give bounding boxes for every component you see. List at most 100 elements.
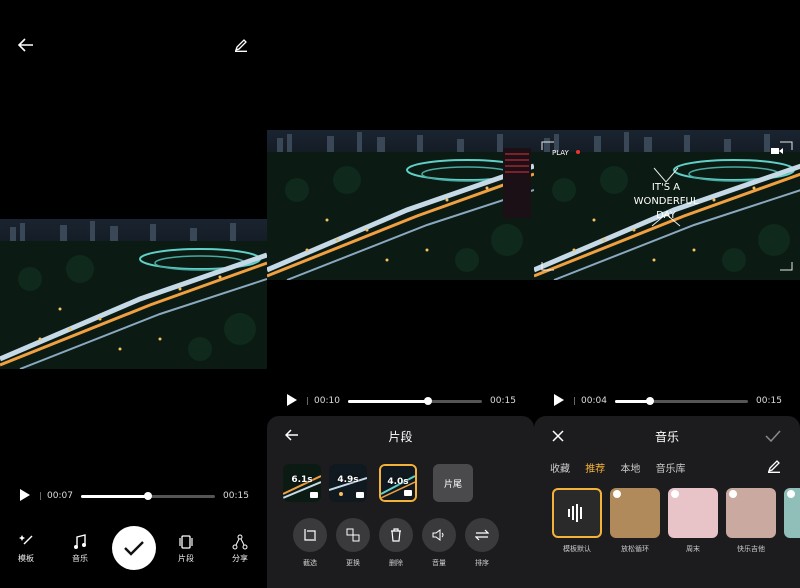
total-time: 00:15 bbox=[490, 396, 516, 406]
crop-icon bbox=[293, 518, 327, 552]
ending-clip[interactable]: 片尾 bbox=[433, 464, 473, 502]
video-preview[interactable] bbox=[0, 219, 267, 369]
play-icon[interactable] bbox=[554, 393, 568, 409]
clip-thumb-selected[interactable]: 4.0s bbox=[379, 464, 417, 502]
music-cover bbox=[784, 488, 800, 538]
tool-clips[interactable]: 片段 bbox=[166, 531, 206, 564]
video-preview[interactable] bbox=[267, 130, 534, 280]
download-icon bbox=[729, 490, 737, 498]
divider bbox=[307, 397, 308, 405]
download-icon bbox=[613, 490, 621, 498]
volume-icon bbox=[422, 518, 456, 552]
action-volume[interactable]: 音量 bbox=[421, 518, 457, 568]
clip-icon bbox=[166, 531, 206, 553]
progress-knob[interactable] bbox=[645, 396, 654, 405]
download-icon bbox=[787, 490, 795, 498]
music-label: 快乐吉他 bbox=[737, 545, 765, 553]
music-sheet: 音乐 收藏 推荐 本地 音乐库 模板默认 放松循环 周末 快乐吉他 bbox=[534, 416, 800, 588]
clips-sheet: 片段 6.1s 4.9s 4.0s 片尾 截选 更换 删除 音量 排序 bbox=[267, 416, 534, 588]
music-label: 放松循环 bbox=[621, 545, 649, 553]
tool-label: 片段 bbox=[178, 554, 194, 563]
progress-fill bbox=[81, 494, 148, 498]
play-tag: PLAY bbox=[552, 149, 570, 157]
music-label: 可爱 bbox=[784, 544, 800, 554]
share-icon bbox=[220, 531, 260, 553]
clip-duration: 6.1s bbox=[291, 475, 313, 485]
action-label: 更换 bbox=[346, 559, 360, 567]
video-icon bbox=[310, 492, 318, 498]
tab-recommended[interactable]: 推荐 bbox=[585, 464, 605, 475]
divider bbox=[574, 397, 575, 405]
confirm-button[interactable] bbox=[112, 526, 156, 570]
music-cover bbox=[610, 488, 660, 538]
tool-label: 模板 bbox=[18, 554, 34, 563]
progress-fill bbox=[348, 399, 429, 403]
music-cover bbox=[552, 488, 602, 538]
tab-favorites[interactable]: 收藏 bbox=[550, 464, 570, 475]
music-track[interactable]: 周末 bbox=[668, 488, 718, 554]
music-track[interactable]: 可爱 bbox=[784, 488, 800, 554]
action-label: 音量 bbox=[432, 559, 446, 567]
edit-pen-icon[interactable] bbox=[232, 36, 250, 54]
music-tabs: 收藏 推荐 本地 音乐库 bbox=[550, 460, 698, 475]
tab-local[interactable]: 本地 bbox=[620, 464, 640, 475]
tab-music-library[interactable]: 音乐库 bbox=[656, 464, 686, 475]
action-label: 截选 bbox=[303, 559, 317, 567]
action-label: 删除 bbox=[389, 559, 403, 567]
clip-duration: 4.0s bbox=[387, 477, 409, 487]
action-replace[interactable]: 更换 bbox=[335, 518, 371, 568]
replace-icon bbox=[336, 518, 370, 552]
music-label: 模板默认 bbox=[563, 545, 591, 553]
clip-thumb[interactable]: 6.1s bbox=[283, 464, 321, 502]
music-track[interactable]: 放松循环 bbox=[610, 488, 660, 554]
music-cover bbox=[726, 488, 776, 538]
tool-share[interactable]: 分享 bbox=[220, 531, 260, 564]
progress-slider[interactable] bbox=[81, 491, 215, 500]
playback-bar: 00:07 00:15 bbox=[0, 486, 267, 506]
back-arrow-icon[interactable] bbox=[16, 36, 36, 54]
overlay-line-2: WONDERFUL bbox=[634, 196, 699, 207]
magic-wand-icon bbox=[6, 531, 46, 553]
overlay-line-1: IT'S A bbox=[652, 182, 680, 193]
total-time: 00:15 bbox=[223, 491, 249, 501]
progress-fill bbox=[615, 399, 650, 403]
progress-knob[interactable] bbox=[144, 491, 152, 500]
edit-pen-icon[interactable] bbox=[766, 458, 782, 474]
waveform-icon bbox=[568, 504, 582, 522]
action-label: 排序 bbox=[475, 559, 489, 567]
current-time: 00:04 bbox=[581, 396, 607, 406]
tool-label: 音乐 bbox=[72, 554, 88, 563]
action-crop[interactable]: 截选 bbox=[292, 518, 328, 568]
progress-knob[interactable] bbox=[424, 396, 433, 405]
edit-panel: 00:07 00:15 模板 音乐 片段 分享 bbox=[0, 0, 267, 588]
current-time: 00:10 bbox=[314, 396, 340, 406]
tool-music[interactable]: 音乐 bbox=[60, 531, 100, 564]
sort-icon bbox=[465, 518, 499, 552]
video-icon bbox=[404, 490, 412, 496]
check-icon[interactable] bbox=[764, 428, 782, 444]
music-note-icon bbox=[60, 531, 100, 553]
download-icon bbox=[671, 490, 679, 498]
music-track[interactable]: 模板默认 bbox=[552, 488, 602, 554]
play-icon[interactable] bbox=[287, 393, 301, 409]
play-icon[interactable] bbox=[20, 488, 34, 504]
video-icon bbox=[356, 492, 364, 498]
current-time: 00:07 bbox=[47, 491, 73, 501]
clip-thumb[interactable]: 4.9s bbox=[329, 464, 367, 502]
playback-bar: 00:04 00:15 bbox=[534, 391, 800, 411]
overlay-line-3: DAY bbox=[656, 210, 677, 221]
sheet-title: 片段 bbox=[388, 430, 413, 444]
music-panel: PLAY IT'S A WONDERFUL DAY 00:04 00:15 音乐… bbox=[534, 0, 800, 588]
video-preview[interactable]: PLAY IT'S A WONDERFUL DAY bbox=[534, 130, 800, 280]
progress-slider[interactable] bbox=[348, 396, 482, 405]
total-time: 00:15 bbox=[756, 396, 782, 406]
progress-slider[interactable] bbox=[615, 396, 748, 405]
divider bbox=[40, 492, 41, 500]
tool-template[interactable]: 模板 bbox=[6, 531, 46, 564]
tool-label: 分享 bbox=[232, 554, 248, 563]
music-track[interactable]: 快乐吉他 bbox=[726, 488, 776, 554]
playback-bar: 00:10 00:15 bbox=[267, 391, 534, 411]
action-delete[interactable]: 删除 bbox=[378, 518, 414, 568]
action-sort[interactable]: 排序 bbox=[464, 518, 500, 568]
trash-icon bbox=[379, 518, 413, 552]
